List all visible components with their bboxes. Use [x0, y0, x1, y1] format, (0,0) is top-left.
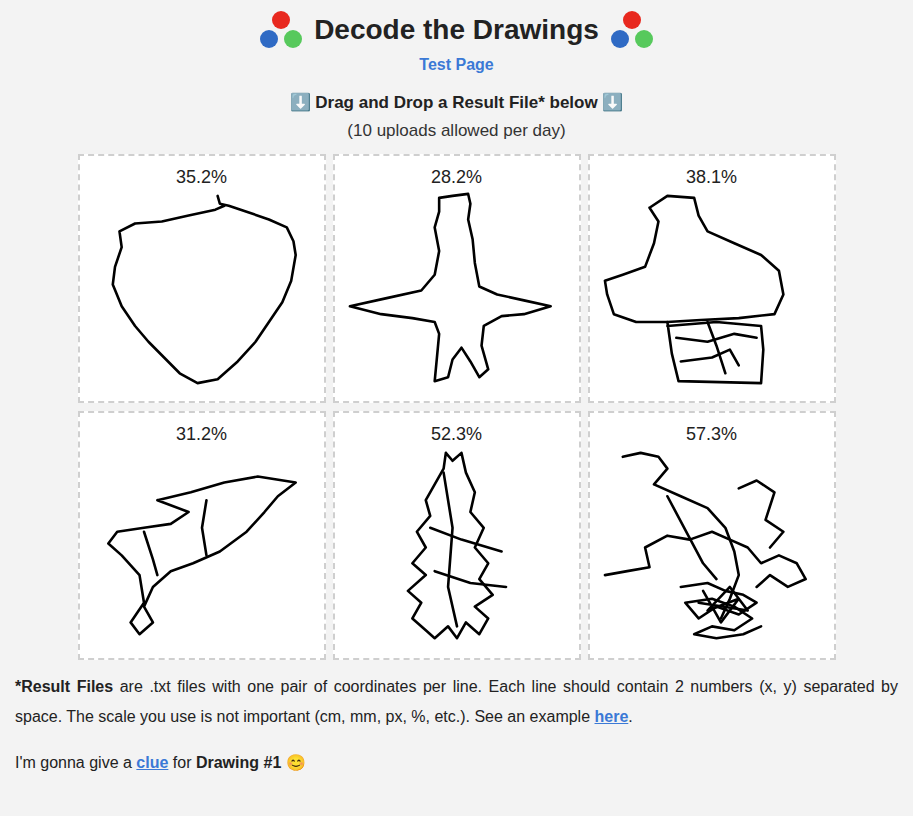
page-title: Decode the Drawings — [314, 10, 599, 50]
drawing — [86, 188, 318, 393]
logo-icon — [609, 10, 655, 50]
plain-text: 😊 — [281, 754, 305, 771]
drawing-stroke — [667, 322, 763, 383]
help-paragraph: *Result Files are .txt files with one pa… — [15, 672, 898, 732]
drawing-score: 52.3% — [431, 423, 482, 445]
drawing-stroke — [738, 480, 783, 547]
page: Decode the Drawings Test Page ⬇️ Drag and … — [0, 0, 913, 778]
drawing-score: 31.2% — [176, 423, 227, 445]
drawing-stroke — [604, 196, 782, 322]
drawing-stroke — [112, 196, 295, 383]
drawing — [341, 188, 573, 393]
drawing-stroke — [202, 500, 206, 555]
drawing-stroke — [667, 496, 716, 579]
drawing-stroke — [698, 587, 747, 622]
test-page-link[interactable]: Test Page — [419, 56, 493, 74]
drawing-card: 52.3% — [333, 411, 581, 660]
drawing-card: 35.2% — [78, 154, 326, 403]
help-link[interactable]: here — [595, 708, 629, 725]
drawing — [596, 445, 828, 650]
upload-limit: (10 uploads allowed per day) — [347, 120, 565, 142]
help-text: *Result Files are .txt files with one pa… — [0, 660, 913, 778]
drawing-stroke — [108, 477, 295, 635]
drawing-stroke — [680, 350, 738, 366]
drawing-stroke — [144, 532, 157, 575]
drawing-stroke — [443, 473, 456, 627]
drawing-stroke — [430, 528, 501, 552]
drawing — [341, 445, 573, 650]
drawing-card: 28.2% — [333, 154, 581, 403]
drawing — [86, 445, 318, 650]
title-row: Decode the Drawings — [258, 10, 655, 50]
drop-instruction: ⬇️ Drag and Drop a Result File* below ⬇️ — [290, 92, 624, 114]
plain-text: for — [168, 754, 196, 771]
drawing-score: 35.2% — [176, 166, 227, 188]
bold-text: *Result Files — [15, 678, 113, 695]
drawing-grid[interactable]: 35.2% 28.2% 38.1% 31.2% 52.3% 57.3% — [78, 154, 836, 660]
drawing-score: 57.3% — [686, 423, 737, 445]
drawing-stroke — [676, 334, 756, 342]
drawing-stroke — [434, 571, 505, 587]
drawing-stroke — [349, 194, 550, 381]
help-paragraph: I'm gonna give a clue for Drawing #1 😊 — [15, 748, 898, 778]
drawing-score: 38.1% — [686, 166, 737, 188]
plain-text: are .txt files with one pair of coordina… — [15, 678, 898, 725]
bold-text: Drawing #1 — [196, 754, 281, 771]
plain-text: I'm gonna give a — [15, 754, 136, 771]
plain-text: . — [628, 708, 632, 725]
drawing-stroke — [707, 322, 725, 373]
help-link[interactable]: clue — [136, 754, 168, 771]
logo-icon — [258, 10, 304, 50]
drawing-card: 31.2% — [78, 411, 326, 660]
drawing-stroke — [680, 583, 760, 638]
drawing — [596, 188, 828, 393]
drawing-card: 57.3% — [588, 411, 836, 660]
drawing-card: 38.1% — [588, 154, 836, 403]
drawing-score: 28.2% — [431, 166, 482, 188]
